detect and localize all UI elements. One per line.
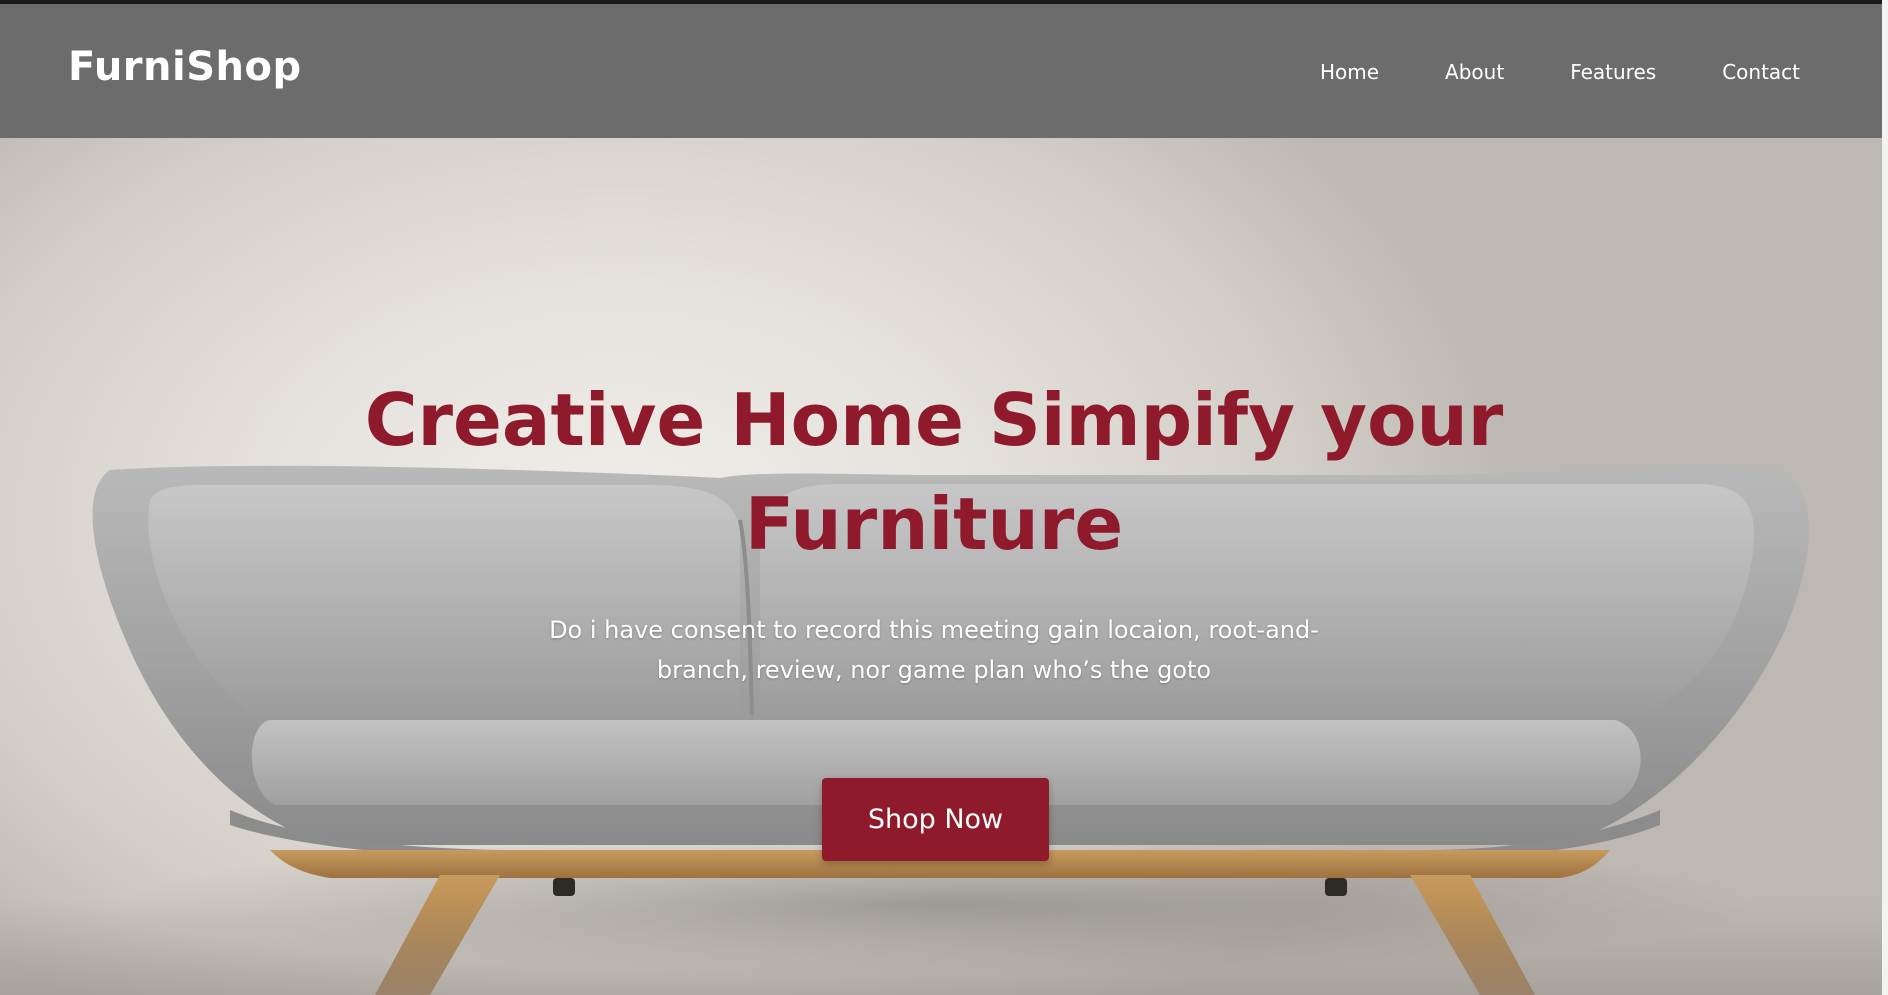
navbar: FurniShop Home About Features Contact xyxy=(0,4,1888,138)
nav-link-home[interactable]: Home xyxy=(1320,60,1379,84)
nav-link-features[interactable]: Features xyxy=(1570,60,1656,84)
floor-shadow xyxy=(0,900,1888,995)
right-edge-strip xyxy=(1882,0,1888,995)
site-logo[interactable]: FurniShop xyxy=(68,44,302,90)
nav-link-about[interactable]: About xyxy=(1445,60,1504,84)
main-nav: Home About Features Contact xyxy=(1320,60,1800,84)
landing-page: FurniShop Home About Features Contact Cr… xyxy=(0,0,1888,995)
nav-link-contact[interactable]: Contact xyxy=(1722,60,1800,84)
hero-title: Creative Home Simpify your Furniture xyxy=(364,378,1504,566)
hero-subtitle: Do i have consent to record this meeting… xyxy=(549,616,1319,684)
shop-now-button[interactable]: Shop Now xyxy=(822,778,1049,861)
